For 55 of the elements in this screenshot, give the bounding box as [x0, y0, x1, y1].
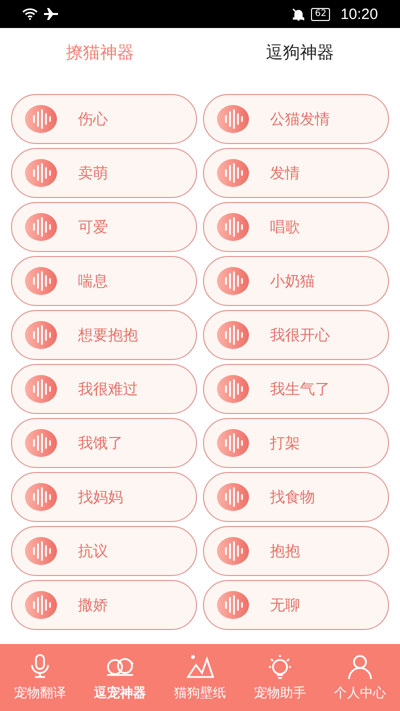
sound-wave-icon	[217, 267, 249, 295]
sound-wave-icon	[217, 213, 249, 241]
sound-button[interactable]: 小奶猫	[203, 256, 389, 306]
mountains-icon	[186, 653, 214, 681]
sound-wave-icon	[25, 375, 57, 403]
sound-wave-icon	[25, 321, 57, 349]
sound-button[interactable]: 发情	[203, 148, 389, 198]
sound-button[interactable]: 我很开心	[203, 310, 389, 360]
sound-button[interactable]: 无聊	[203, 580, 389, 630]
nav-tab[interactable]: 逗宠神器	[80, 644, 160, 711]
tab[interactable]: 逗狗神器	[200, 40, 400, 64]
nav-tab[interactable]: 个人中心	[320, 644, 400, 711]
sound-wave-icon	[217, 591, 249, 619]
sound-button[interactable]: 公猫发情	[203, 94, 389, 144]
sound-button[interactable]: 唱歌	[203, 202, 389, 252]
sound-button[interactable]: 找妈妈	[11, 472, 197, 522]
airplane-icon	[44, 8, 58, 20]
sound-button[interactable]: 打架	[203, 418, 389, 468]
sound-button[interactable]: 我饿了	[11, 418, 197, 468]
sound-button[interactable]: 我生气了	[203, 364, 389, 414]
sound-button[interactable]: 撒娇	[11, 580, 197, 630]
sound-button[interactable]: 可爱	[11, 202, 197, 252]
sound-button[interactable]: 抗议	[11, 526, 197, 576]
light-bulb-icon	[266, 653, 294, 681]
sound-wave-icon	[25, 267, 57, 295]
clock: 10:20	[340, 6, 378, 22]
sound-button[interactable]: 卖萌	[11, 148, 197, 198]
tab[interactable]: 撩猫神器	[0, 40, 200, 64]
battery-level: 62	[311, 8, 330, 20]
sound-button[interactable]: 我很难过	[11, 364, 197, 414]
sound-button[interactable]: 伤心	[11, 94, 197, 144]
sound-wave-icon	[217, 159, 249, 187]
sound-wave-icon	[217, 375, 249, 403]
sound-wave-icon	[217, 105, 249, 133]
sound-wave-icon	[25, 159, 57, 187]
nav-tab[interactable]: 猫狗壁纸	[160, 644, 240, 711]
sound-button[interactable]: 找食物	[203, 472, 389, 522]
sound-wave-icon	[25, 105, 57, 133]
sound-wave-icon	[217, 483, 249, 511]
person-icon	[346, 653, 374, 681]
wifi-icon	[22, 8, 38, 20]
sound-button[interactable]: 抱抱	[203, 526, 389, 576]
sound-wave-icon	[25, 591, 57, 619]
sound-button[interactable]: 喘息	[11, 256, 197, 306]
sound-wave-icon	[217, 321, 249, 349]
nav-tab[interactable]: 宠物翻译	[0, 644, 80, 711]
bell-muted-icon	[292, 8, 305, 20]
sound-wave-icon	[25, 429, 57, 457]
sound-wave-icon	[25, 213, 57, 241]
sound-wave-icon	[25, 483, 57, 511]
sound-button[interactable]: 想要抱抱	[11, 310, 197, 360]
sound-wave-icon	[217, 429, 249, 457]
nav-tab[interactable]: 宠物助手	[240, 644, 320, 711]
sound-wave-icon	[25, 537, 57, 565]
sound-wave-icon	[217, 537, 249, 565]
